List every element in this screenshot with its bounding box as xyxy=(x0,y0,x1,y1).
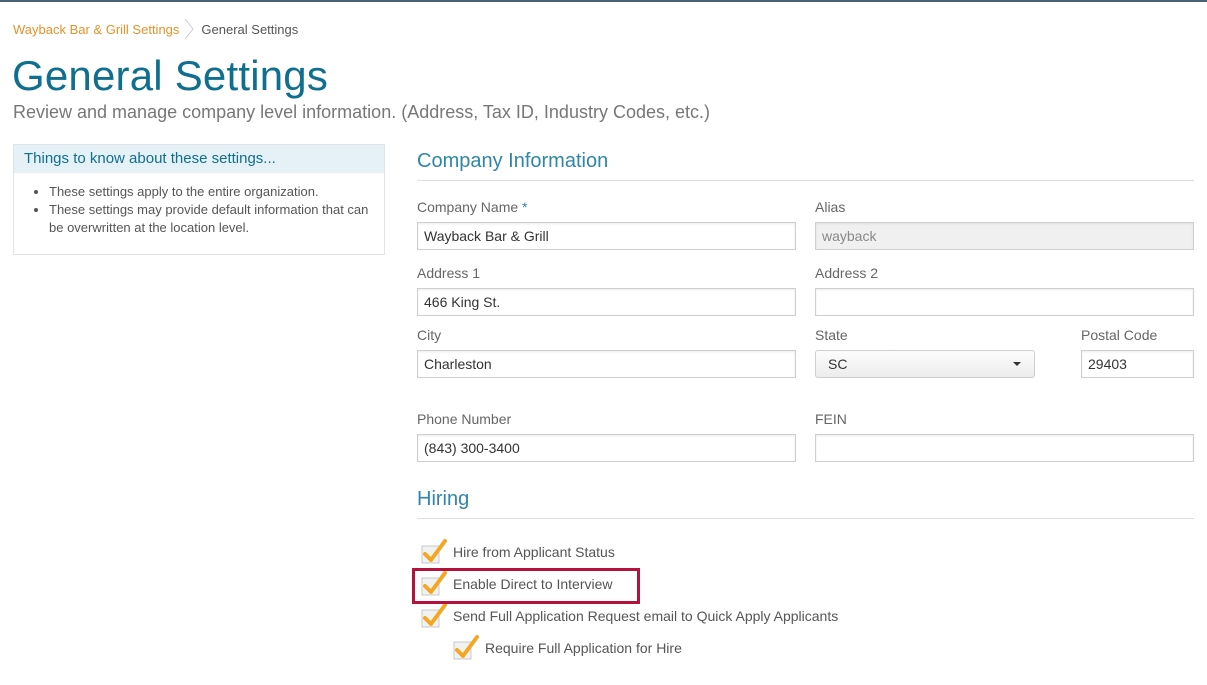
postal-code-field[interactable] xyxy=(1081,350,1194,378)
postal-code-label: Postal Code xyxy=(1081,327,1158,343)
chevron-down-icon xyxy=(1013,362,1021,366)
info-box-item: These settings apply to the entire organ… xyxy=(49,183,384,201)
required-marker: * xyxy=(522,199,528,215)
send-full-application-request-checkbox[interactable]: Send Full Application Request email to Q… xyxy=(421,603,838,629)
checkbox-label: Require Full Application for Hire xyxy=(485,640,682,656)
state-select[interactable]: SC xyxy=(815,350,1035,378)
info-box-item: These settings may provide default infor… xyxy=(49,201,384,237)
checkbox-label: Hire from Applicant Status xyxy=(453,544,615,560)
fein-field[interactable] xyxy=(815,434,1194,462)
address2-field[interactable] xyxy=(815,288,1194,316)
info-box: Things to know about these settings... T… xyxy=(13,144,385,255)
breadcrumb-parent-link[interactable]: Wayback Bar & Grill Settings xyxy=(13,22,179,37)
alias-field xyxy=(815,222,1194,250)
require-full-application-checkbox[interactable]: Require Full Application for Hire xyxy=(453,635,682,661)
checkmark-icon xyxy=(453,635,479,660)
checkmark-icon xyxy=(421,603,447,628)
hiring-section-title: Hiring xyxy=(417,488,470,510)
info-box-heading: Things to know about these settings... xyxy=(14,145,384,173)
company-section-title: Company Information xyxy=(417,150,609,172)
address1-label: Address 1 xyxy=(417,265,481,281)
city-field[interactable] xyxy=(417,350,796,378)
address1-field[interactable] xyxy=(417,288,796,316)
page-subtitle: Review and manage company level informat… xyxy=(13,102,710,122)
city-label: City xyxy=(417,327,442,343)
checkbox-label: Send Full Application Request email to Q… xyxy=(453,608,839,624)
company-name-field[interactable] xyxy=(417,222,796,250)
state-select-value: SC xyxy=(828,356,848,372)
hire-from-applicant-status-checkbox[interactable]: Hire from Applicant Status xyxy=(421,539,615,565)
phone-label: Phone Number xyxy=(417,411,512,427)
checkmark-icon xyxy=(421,539,447,564)
address2-label: Address 2 xyxy=(815,265,879,281)
fein-label: FEIN xyxy=(815,411,847,427)
info-box-list: These settings apply to the entire organ… xyxy=(14,183,384,237)
section-divider xyxy=(417,180,1194,181)
state-label: State xyxy=(815,327,848,343)
section-divider xyxy=(417,518,1194,519)
page-title: General Settings xyxy=(12,52,329,99)
alias-label: Alias xyxy=(815,199,846,215)
highlight-box xyxy=(412,568,640,604)
breadcrumb: Wayback Bar & Grill Settings General Set… xyxy=(13,18,298,40)
breadcrumb-separator-icon xyxy=(185,18,195,40)
phone-field[interactable] xyxy=(417,434,796,462)
breadcrumb-current: General Settings xyxy=(201,21,299,37)
company-name-label: Company Name * xyxy=(417,199,528,215)
